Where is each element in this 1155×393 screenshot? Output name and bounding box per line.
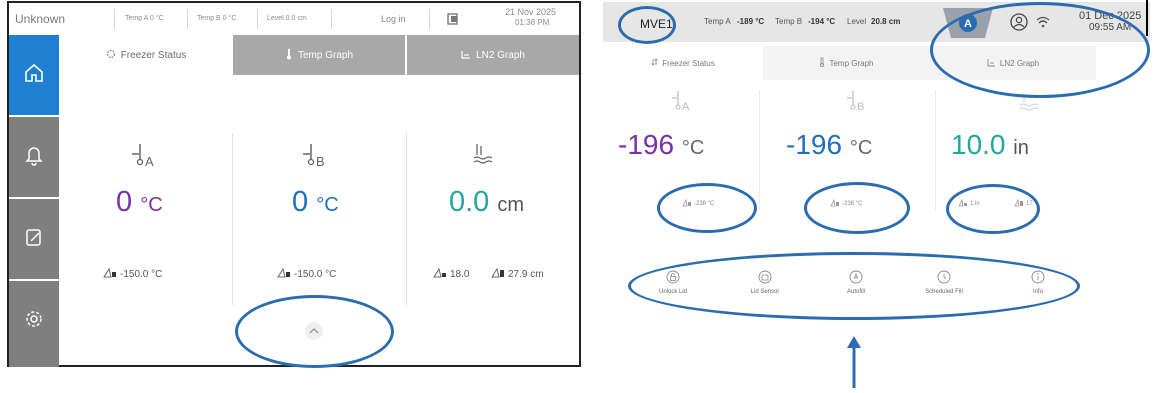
annotation-ellipse-unit-name xyxy=(618,6,676,44)
ln2-level-value: 0.0 cm xyxy=(449,186,525,218)
temp-a-readout: Temp A 0 °C xyxy=(125,15,164,22)
divider xyxy=(1146,0,1148,36)
ln2-high-alarm: 27.9 cm xyxy=(491,267,544,282)
tab-freezer-status[interactable]: Freezer Status xyxy=(59,35,233,75)
alarm-high-icon xyxy=(491,267,505,282)
temp-b-value: 0 °C xyxy=(292,186,339,218)
temp-a-label: Temp A xyxy=(704,17,731,26)
login-button[interactable]: Log in xyxy=(381,14,406,24)
temp-a-icon: A xyxy=(126,140,156,175)
svg-text:A: A xyxy=(682,101,690,113)
svg-text:B: B xyxy=(316,154,325,169)
temp-b-readout: Temp B 0 °C xyxy=(197,15,237,22)
annotation-ellipse-top-right xyxy=(930,2,1150,98)
annotation-ellipse-actions xyxy=(628,252,1080,320)
alarm-low-icon xyxy=(433,267,447,282)
annotation-ellipse-temp-a-alarm xyxy=(657,183,757,233)
top-status-bar: Unknown Temp A 0 °C Temp B 0 °C Level 0.… xyxy=(9,3,579,36)
tab-ln2-graph[interactable]: LN2 Graph xyxy=(407,35,579,75)
gear-icon xyxy=(23,308,45,335)
temp-b-icon: B xyxy=(844,88,870,119)
home-icon xyxy=(23,62,45,89)
svg-text:B: B xyxy=(857,101,864,113)
ln2-level-icon xyxy=(471,141,497,172)
alarm-icon xyxy=(103,267,117,282)
logout-icon[interactable] xyxy=(446,12,460,31)
ln2-low-alarm: 18.0 xyxy=(433,267,469,282)
ln2-level-value-large: 10.0 in xyxy=(951,129,1029,160)
level-label: Level xyxy=(847,17,867,26)
level-value: 20.8 cm xyxy=(871,17,901,26)
thermometer-icon xyxy=(285,48,293,63)
tab-freezer-status[interactable]: Freezer Status xyxy=(603,46,763,80)
time-label: 01:38 PM xyxy=(515,18,550,27)
sidebar-item-alarms[interactable] xyxy=(9,117,59,197)
sort-icon xyxy=(651,58,659,68)
sidebar-item-settings[interactable] xyxy=(9,281,59,361)
annotation-ellipse-ln2-alarm xyxy=(946,184,1040,234)
tab-label: Freezer Status xyxy=(120,49,187,61)
tab-temp-graph[interactable]: Temp Graph xyxy=(763,46,930,80)
tab-bar: Freezer Status Temp Graph LN2 Graph xyxy=(59,35,579,75)
temp-a-value-large: -196 °C xyxy=(618,129,705,160)
temp-a-value: 0 °C xyxy=(116,186,163,218)
temp-b-label: Temp B xyxy=(775,17,803,26)
tab-label: LN2 Graph xyxy=(476,49,525,61)
bell-icon xyxy=(23,144,45,171)
gear-icon xyxy=(106,49,116,62)
sidebar xyxy=(9,35,59,367)
tab-label: Temp Graph xyxy=(829,58,874,68)
unit-name[interactable]: Unknown xyxy=(15,12,65,26)
temp-b-value-large: -196 °C xyxy=(786,129,873,160)
annotation-ellipse-temp-b-alarm xyxy=(804,182,910,234)
temp-b-alarm: -150.0 °C xyxy=(277,267,336,282)
temp-b-icon: B xyxy=(297,140,327,175)
svg-text:A: A xyxy=(145,154,154,169)
edit-note-icon xyxy=(23,226,45,253)
tab-label: Freezer Status xyxy=(662,58,715,68)
annotation-ellipse xyxy=(235,295,394,368)
sidebar-item-home[interactable] xyxy=(9,35,59,115)
tab-label: Temp Graph xyxy=(297,49,354,61)
temp-b-value: -194 °C xyxy=(808,17,836,26)
temp-a-alarm: -150.0 °C xyxy=(103,267,162,282)
alarm-icon xyxy=(277,267,291,282)
temp-a-icon: A xyxy=(669,88,695,119)
level-icon xyxy=(461,49,471,62)
date-label: 21 Nov 2025 xyxy=(505,7,557,17)
level-readout: Level 0.0 cm xyxy=(267,15,307,22)
sidebar-item-log[interactable] xyxy=(9,199,59,279)
thermometer-icon xyxy=(819,57,825,69)
tab-temp-graph[interactable]: Temp Graph xyxy=(233,35,405,75)
temp-a-value: -189 °C xyxy=(737,17,765,26)
annotation-arrow-icon xyxy=(846,336,862,393)
